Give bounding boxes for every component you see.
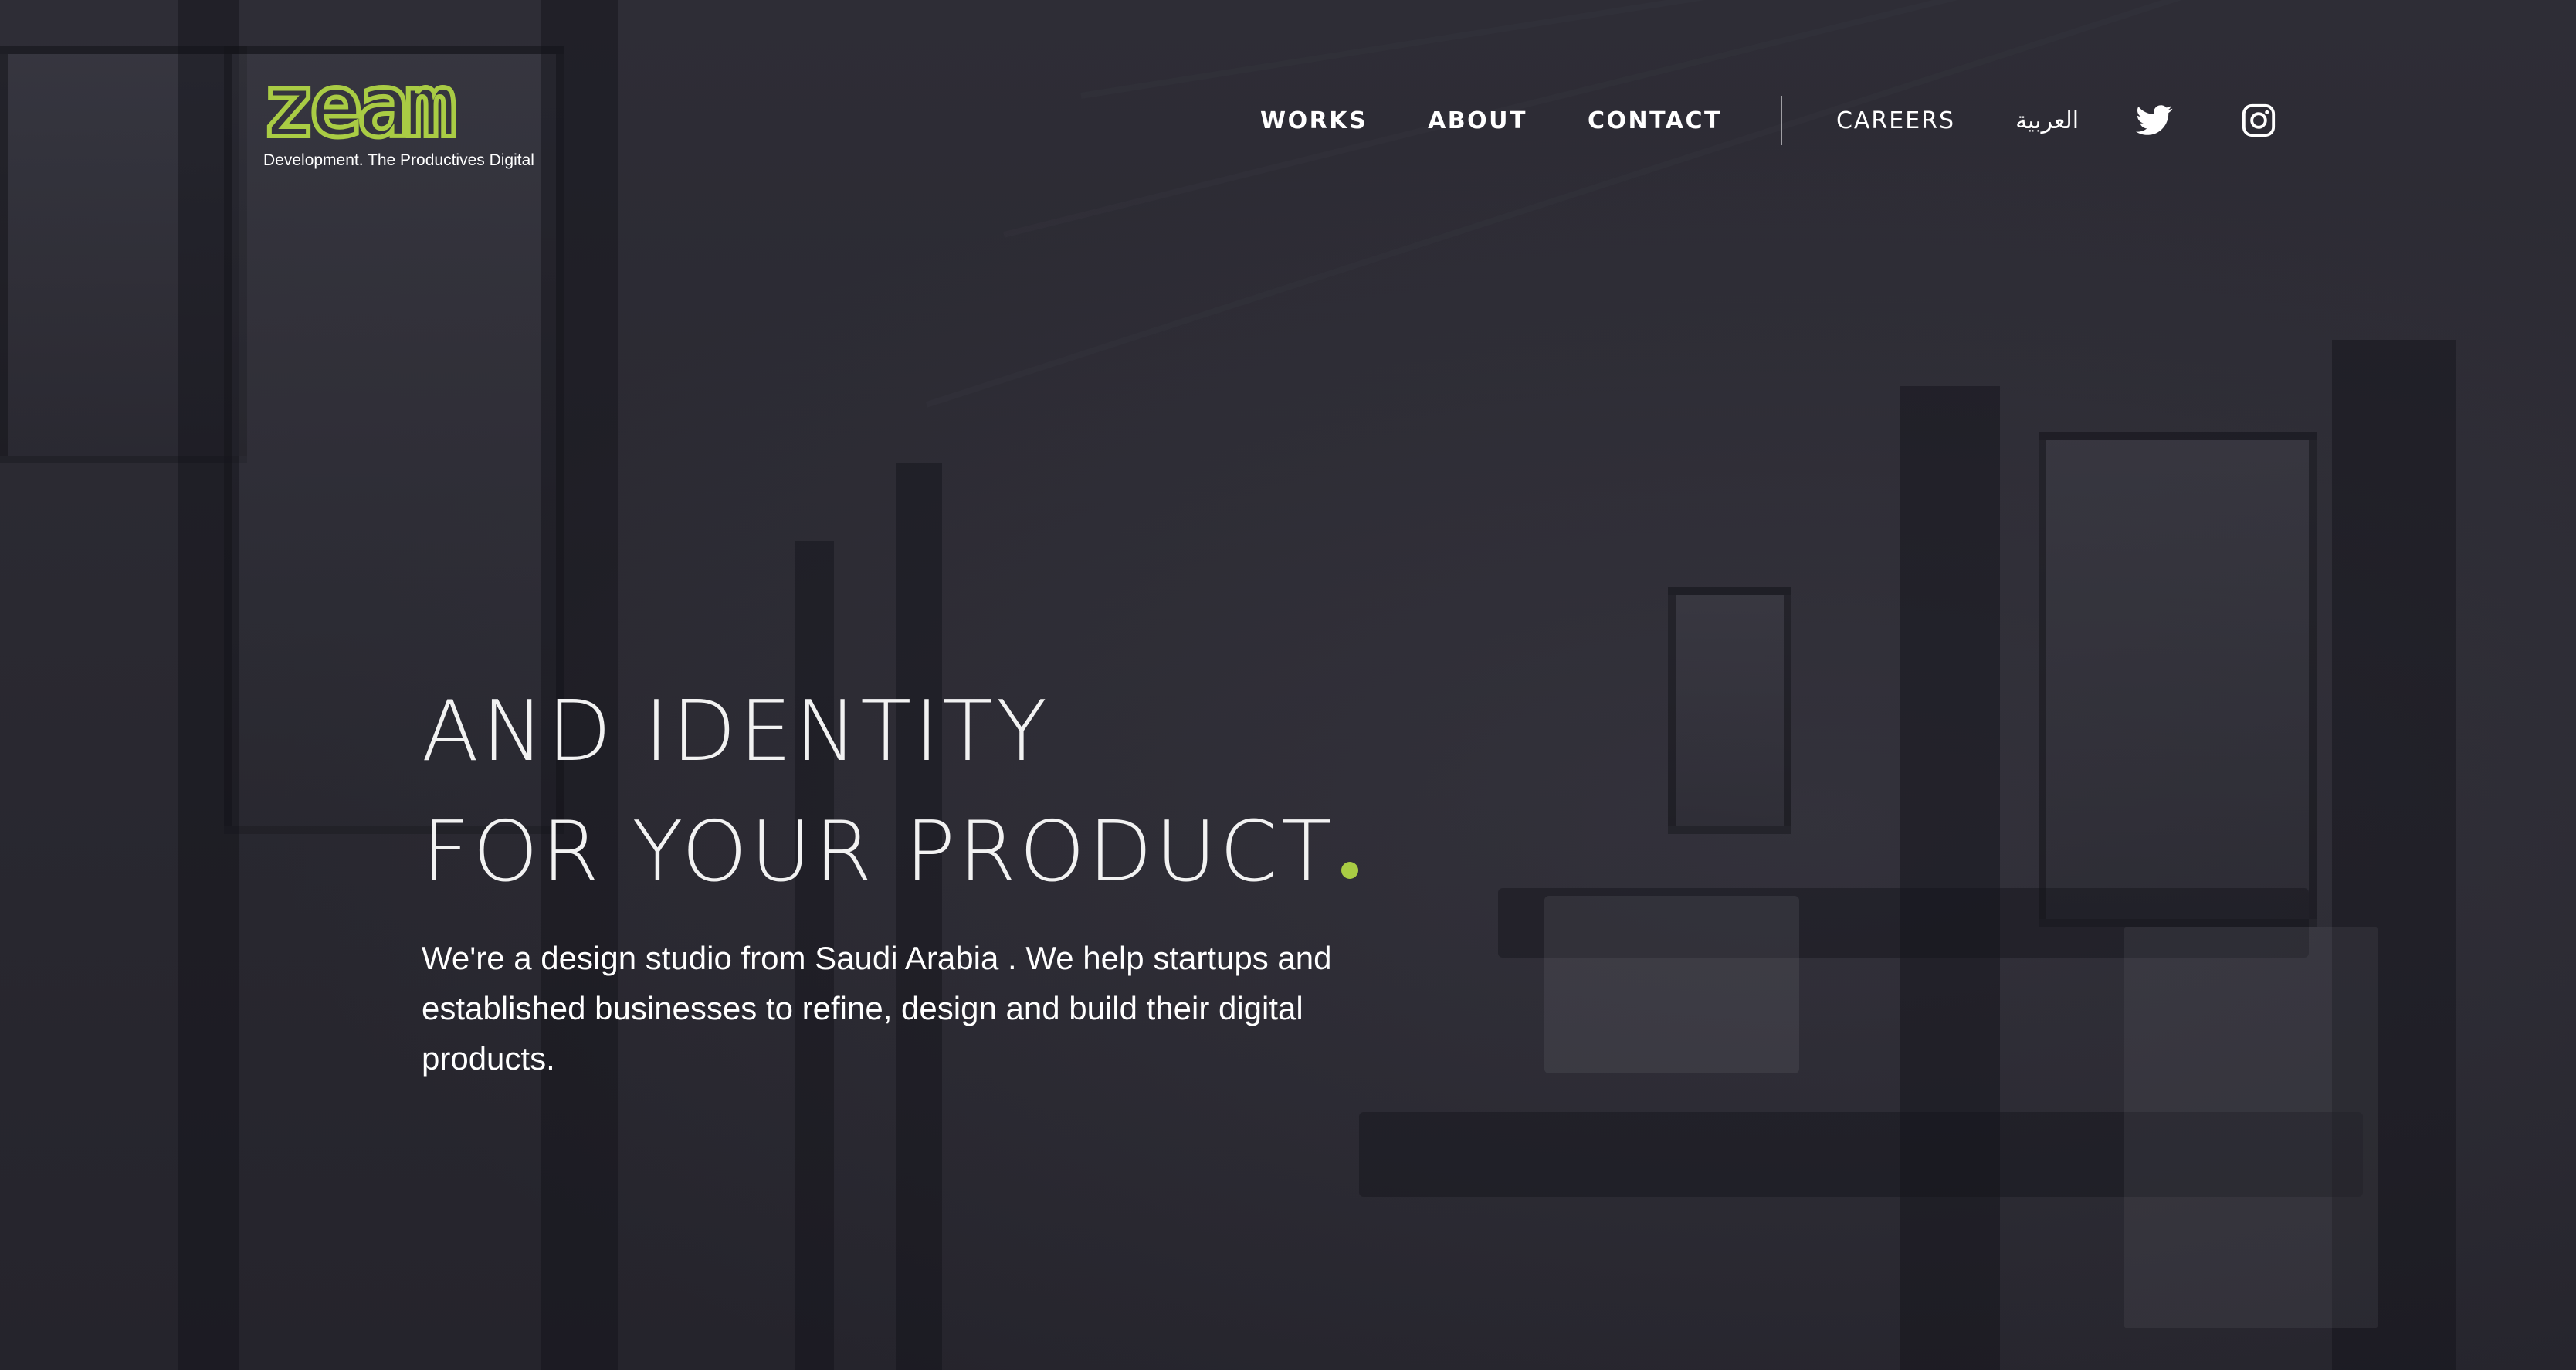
hero-headline-line-2: FOR YOUR PRODUCT bbox=[422, 792, 1580, 913]
hero-section: AND IDENTITY FOR YOUR PRODUCT We're a de… bbox=[422, 672, 1580, 1116]
instagram-icon bbox=[2242, 103, 2276, 137]
hero-headline-line-1: AND IDENTITY bbox=[422, 683, 1050, 780]
site-header: zeam Development. The Productives Digita… bbox=[0, 0, 2576, 178]
nav-divider bbox=[1780, 96, 1782, 145]
twitter-icon bbox=[2136, 105, 2173, 135]
main-navigation: WORKS ABOUT CONTACT CAREERS العربية bbox=[1260, 96, 2276, 145]
logo-wordmark: zeam bbox=[260, 56, 459, 157]
nav-careers-link[interactable]: CAREERS bbox=[1836, 107, 1955, 134]
logo-tagline: Development. The Productives Digital bbox=[263, 151, 534, 169]
nav-works-link[interactable]: WORKS bbox=[1260, 107, 1368, 134]
accent-dot bbox=[1341, 862, 1358, 879]
hero-headline-line-2-text: FOR YOUR PRODUCT bbox=[422, 804, 1335, 900]
instagram-link[interactable] bbox=[2241, 103, 2276, 138]
landing-page: zeam Development. The Productives Digita… bbox=[0, 0, 2576, 1370]
hero-description: We're a design studio from Saudi Arabia … bbox=[422, 940, 1332, 1077]
site-logo[interactable]: zeam Development. The Productives Digita… bbox=[260, 56, 541, 176]
nav-about-link[interactable]: ABOUT bbox=[1428, 107, 1527, 134]
nav-contact-link[interactable]: CONTACT bbox=[1588, 107, 1722, 134]
twitter-link[interactable] bbox=[2136, 105, 2173, 136]
language-switch-link[interactable]: العربية bbox=[2015, 107, 2079, 134]
